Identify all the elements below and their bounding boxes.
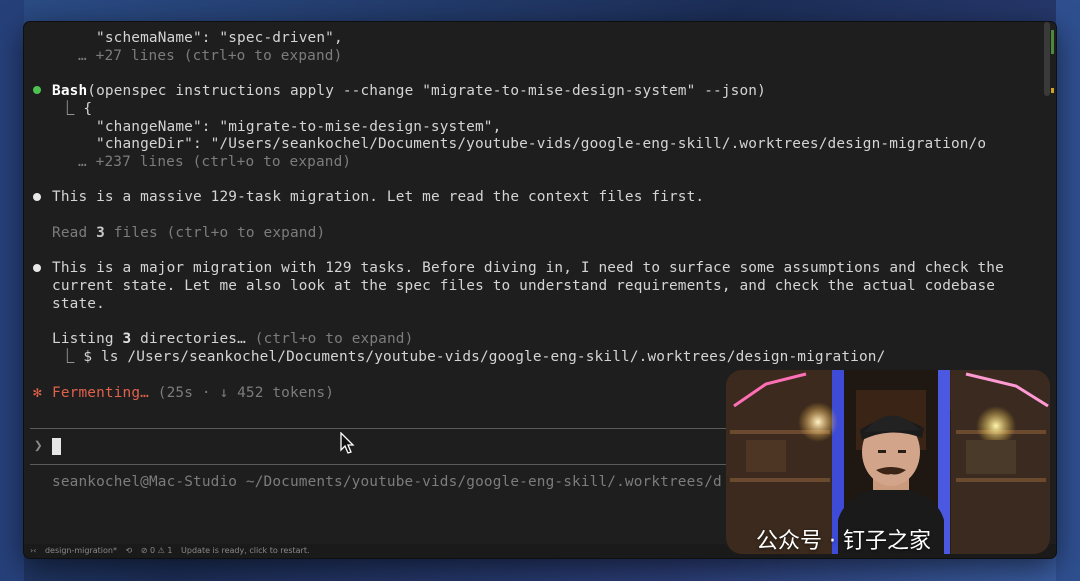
spinner-star-icon: ✻	[33, 385, 42, 401]
desktop-background-right	[1056, 0, 1080, 581]
bash-result-open: ⎿ {	[60, 101, 93, 117]
bash-command: (openspec instructions apply --change "m…	[87, 83, 766, 99]
read-files-line[interactable]: Read 3 files (ctrl+o to expand)	[52, 225, 325, 243]
schema-line: "schemaName": "spec-driven",	[96, 30, 343, 46]
read-hint: files (ctrl+o to expand)	[104, 225, 326, 241]
message-dot-icon	[33, 193, 41, 201]
assistant-message-2-line3: state.	[52, 296, 105, 312]
git-branch[interactable]: design-migration*	[45, 544, 117, 558]
assistant-message-2-line2: current state. Let me also look at the s…	[52, 278, 996, 294]
prompt-input[interactable]	[52, 438, 61, 455]
listing-hint: (ctrl+o to expand)	[245, 331, 414, 347]
fermenting-stats: (25s · ↓ 452 tokens)	[148, 385, 335, 401]
desktop-background-left	[0, 0, 24, 581]
bash-expand-hint[interactable]: … +237 lines (ctrl+o to expand)	[78, 154, 351, 172]
listing-line[interactable]: Listing 3 directories… (ctrl+o to expand…	[52, 331, 413, 349]
scroll-marker-yellow	[1051, 88, 1054, 93]
remote-icon[interactable]: ›‹	[30, 544, 36, 558]
mouse-pointer-icon	[340, 432, 355, 454]
update-notice[interactable]: Update is ready, click to restart.	[181, 544, 310, 558]
bash-tool-name: Bash	[52, 83, 88, 99]
watermark-text: 公众号 · 钉子之家	[756, 529, 931, 554]
change-name-line: "changeName": "migrate-to-mise-design-sy…	[96, 119, 502, 135]
schema-expand-hint[interactable]: … +27 lines (ctrl+o to expand)	[78, 48, 342, 66]
terminal-scrollbar[interactable]	[1044, 22, 1050, 96]
scroll-marker-green	[1051, 30, 1054, 54]
status-line: Fermenting… (25s · ↓ 452 tokens)	[52, 385, 334, 403]
listing-label: Listing	[52, 331, 123, 347]
assistant-message-2-line1: This is a major migration with 129 tasks…	[52, 260, 1004, 276]
prompt-chevron-icon: ❯	[34, 438, 43, 454]
change-dir-line: "changeDir": "/Users/seankochel/Document…	[96, 136, 987, 152]
assistant-message-1: This is a massive 129-task migration. Le…	[52, 189, 705, 205]
shell-prompt-path: seankochel@Mac-Studio ~/Documents/youtub…	[52, 474, 722, 490]
ls-command-line: ⎿ $ ls /Users/seankochel/Documents/youtu…	[60, 349, 886, 365]
listing-word: directories…	[131, 331, 246, 347]
fermenting-label: Fermenting…	[52, 385, 149, 401]
sync-icon[interactable]: ⟲	[126, 544, 133, 558]
read-count: 3	[96, 225, 105, 241]
message-dot-icon	[33, 264, 41, 272]
problems-count[interactable]: ⊘ 0 ⚠ 1	[141, 544, 173, 558]
success-dot-icon	[33, 86, 41, 94]
read-label: Read	[52, 225, 97, 241]
bash-call-line: Bash(openspec instructions apply --chang…	[52, 83, 766, 101]
